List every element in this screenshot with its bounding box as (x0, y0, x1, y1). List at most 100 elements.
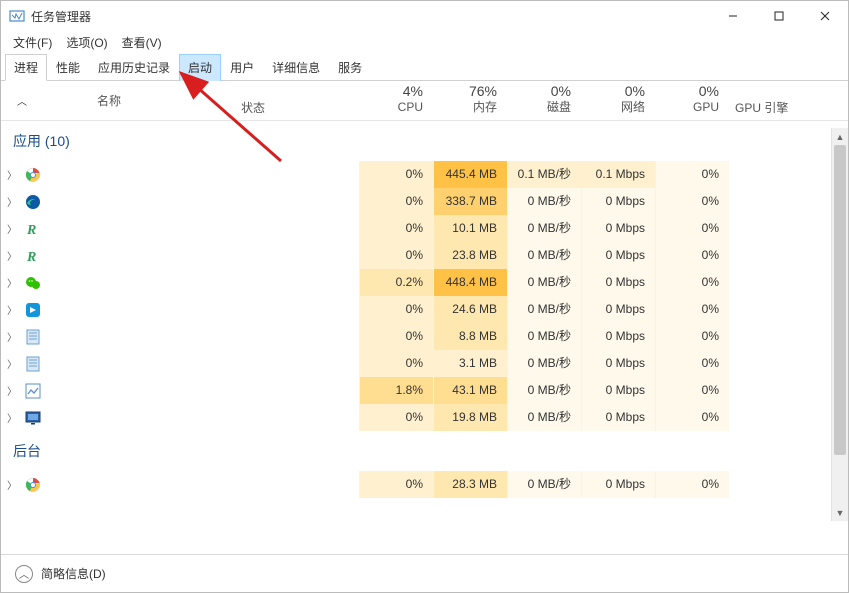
gpu-cell: 0% (655, 215, 729, 242)
fewer-details-link[interactable]: 简略信息(D) (41, 565, 106, 582)
maximize-button[interactable] (756, 1, 802, 31)
memory-cell: 445.4 MB (433, 161, 507, 188)
tab-app-history[interactable]: 应用历史记录 (89, 54, 179, 81)
disk-label: 磁盘 (507, 100, 571, 116)
process-row[interactable]: 〉0.2%448.4 MB0 MB/秒0 Mbps0% (1, 269, 848, 296)
tab-startup[interactable]: 启动 (179, 54, 221, 81)
gpu-cell: 0% (655, 269, 729, 296)
process-row[interactable]: 〉R0%23.8 MB0 MB/秒0 Mbps0% (1, 242, 848, 269)
disk-cell: 0 MB/秒 (507, 296, 581, 323)
tab-services[interactable]: 服务 (329, 54, 371, 81)
app-icon (23, 329, 43, 345)
expand-icon[interactable]: 〉 (1, 329, 23, 344)
disk-cell: 0 MB/秒 (507, 323, 581, 350)
expand-icon[interactable]: 〉 (1, 275, 23, 290)
minimize-button[interactable] (710, 1, 756, 31)
network-cell: 0 Mbps (581, 269, 655, 296)
tab-processes[interactable]: 进程 (5, 54, 47, 81)
app-icon: R (23, 221, 43, 237)
gpu-cell: 0% (655, 242, 729, 269)
tab-details[interactable]: 详细信息 (263, 54, 329, 81)
column-header-gpu[interactable]: 0% GPU (655, 82, 729, 120)
app-icon: R (23, 248, 43, 264)
network-cell: 0 Mbps (581, 296, 655, 323)
tab-users[interactable]: 用户 (221, 54, 263, 81)
memory-cell: 19.8 MB (433, 404, 507, 431)
memory-cell: 23.8 MB (433, 242, 507, 269)
expand-icon[interactable]: 〉 (1, 477, 23, 492)
process-row[interactable]: 〉0%445.4 MB0.1 MB/秒0.1 Mbps0% (1, 161, 848, 188)
tab-performance[interactable]: 性能 (47, 54, 89, 81)
memory-label: 内存 (433, 100, 497, 116)
disk-cell: 0 MB/秒 (507, 404, 581, 431)
app-icon (23, 383, 43, 399)
network-cell: 0 Mbps (581, 188, 655, 215)
column-header-cpu[interactable]: 4% CPU (359, 82, 433, 120)
gpu-label: GPU (655, 100, 719, 116)
process-row[interactable]: 〉0%28.3 MB0 MB/秒0 Mbps0% (1, 471, 848, 498)
menubar: 文件(F) 选项(O) 查看(V) (1, 31, 848, 53)
expand-icon[interactable]: 〉 (1, 221, 23, 236)
cpu-cell: 0% (359, 350, 433, 377)
collapse-icon[interactable]: ︿ (15, 565, 33, 583)
vertical-scrollbar[interactable]: ▲ ▼ (831, 128, 848, 521)
app-icon (23, 275, 43, 291)
app-icon (23, 194, 43, 210)
memory-total: 76% (433, 82, 497, 100)
scrollbar-thumb[interactable] (834, 145, 846, 455)
column-header-status[interactable]: 状态 (241, 99, 359, 120)
network-cell: 0 Mbps (581, 377, 655, 404)
network-cell: 0.1 Mbps (581, 161, 655, 188)
process-row[interactable]: 〉0%8.8 MB0 MB/秒0 Mbps0% (1, 323, 848, 350)
expand-icon[interactable]: 〉 (1, 194, 23, 209)
menu-file[interactable]: 文件(F) (7, 32, 58, 53)
process-row[interactable]: 〉1.8%43.1 MB0 MB/秒0 Mbps0% (1, 377, 848, 404)
disk-cell: 0 MB/秒 (507, 188, 581, 215)
window-controls (710, 1, 848, 31)
disk-cell: 0 MB/秒 (507, 350, 581, 377)
memory-cell: 338.7 MB (433, 188, 507, 215)
gpu-cell: 0% (655, 161, 729, 188)
close-button[interactable] (802, 1, 848, 31)
expand-icon[interactable]: 〉 (1, 356, 23, 371)
network-label: 网络 (581, 100, 645, 116)
process-row[interactable]: 〉0%3.1 MB0 MB/秒0 Mbps0% (1, 350, 848, 377)
cpu-cell: 0% (359, 161, 433, 188)
sort-ascending-icon: ︿ (17, 93, 27, 108)
network-cell: 0 Mbps (581, 242, 655, 269)
process-list[interactable]: 应用 (10) 〉0%445.4 MB0.1 MB/秒0.1 Mbps0%〉0%… (1, 121, 848, 554)
menu-view[interactable]: 查看(V) (116, 32, 168, 53)
process-row[interactable]: 〉0%19.8 MB0 MB/秒0 Mbps0% (1, 404, 848, 431)
process-row[interactable]: 〉0%338.7 MB0 MB/秒0 Mbps0% (1, 188, 848, 215)
process-row[interactable]: 〉0%24.6 MB0 MB/秒0 Mbps0% (1, 296, 848, 323)
process-row[interactable]: 〉R0%10.1 MB0 MB/秒0 Mbps0% (1, 215, 848, 242)
network-cell: 0 Mbps (581, 215, 655, 242)
menu-options[interactable]: 选项(O) (60, 32, 113, 53)
column-header-network[interactable]: 0% 网络 (581, 82, 655, 120)
expand-icon[interactable]: 〉 (1, 167, 23, 182)
titlebar: 任务管理器 (1, 1, 848, 31)
footer: ︿ 简略信息(D) (1, 554, 848, 592)
network-total: 0% (581, 82, 645, 100)
app-icon (23, 477, 43, 493)
cpu-cell: 0% (359, 242, 433, 269)
disk-total: 0% (507, 82, 571, 100)
gpu-total: 0% (655, 82, 719, 100)
scroll-up-icon[interactable]: ▲ (832, 128, 848, 145)
column-header-disk[interactable]: 0% 磁盘 (507, 82, 581, 120)
svg-text:R: R (26, 250, 36, 264)
cpu-cell: 0.2% (359, 269, 433, 296)
column-header-name[interactable]: ︿ 名称 (1, 81, 241, 120)
disk-cell: 0 MB/秒 (507, 215, 581, 242)
cpu-cell: 0% (359, 188, 433, 215)
memory-cell: 43.1 MB (433, 377, 507, 404)
column-header-memory[interactable]: 76% 内存 (433, 82, 507, 120)
expand-icon[interactable]: 〉 (1, 248, 23, 263)
expand-icon[interactable]: 〉 (1, 383, 23, 398)
expand-icon[interactable]: 〉 (1, 410, 23, 425)
expand-icon[interactable]: 〉 (1, 302, 23, 317)
scroll-down-icon[interactable]: ▼ (832, 504, 848, 521)
group-apps: 应用 (10) (1, 121, 848, 161)
column-header-gpu-engine[interactable]: GPU 引擎 (729, 99, 848, 120)
memory-cell: 448.4 MB (433, 269, 507, 296)
